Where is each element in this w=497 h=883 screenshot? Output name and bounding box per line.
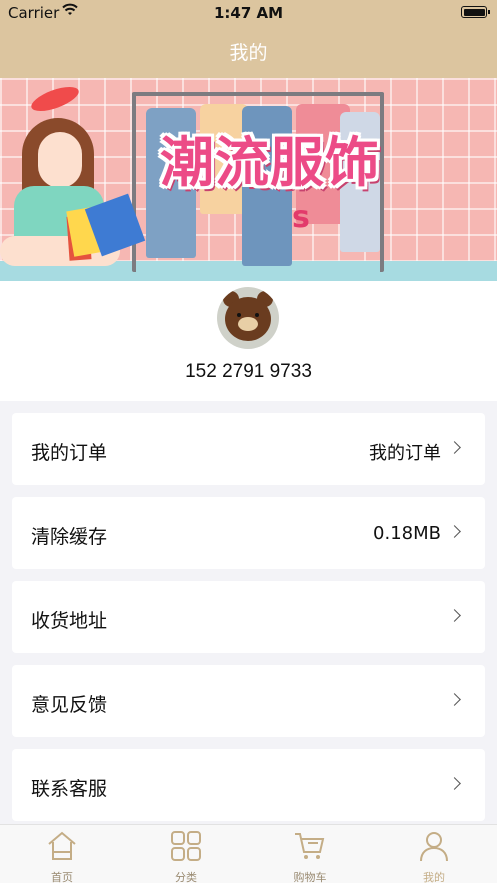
menu-item-address[interactable]: 收货地址 bbox=[12, 581, 485, 653]
tab-home[interactable]: 首页 bbox=[17, 829, 107, 883]
avatar[interactable] bbox=[217, 287, 279, 349]
menu-item-label: 联系客服 bbox=[31, 778, 108, 800]
menu-item-clear-cache[interactable]: 清除缓存 0.18MB bbox=[12, 497, 485, 569]
grid-icon bbox=[171, 831, 201, 861]
chevron-right-icon bbox=[448, 777, 461, 790]
menu-item-orders[interactable]: 我的订单 我的订单 bbox=[12, 413, 485, 485]
tab-label: 购物车 bbox=[293, 871, 327, 883]
user-phone: 152 2791 9733 bbox=[185, 361, 312, 382]
clock: 1:47 AM bbox=[213, 4, 284, 22]
page-title: 我的 bbox=[229, 42, 268, 64]
menu-item-label: 收货地址 bbox=[31, 610, 108, 632]
chevron-right-icon bbox=[448, 441, 461, 454]
cart-icon bbox=[295, 833, 325, 859]
banner-title: 潮流服饰 bbox=[160, 131, 380, 194]
person-icon bbox=[420, 832, 448, 862]
tab-mine[interactable]: 我的 bbox=[389, 829, 479, 883]
tab-bar: 首页 分类 购物车 我的 bbox=[0, 824, 497, 883]
profile-section: 152 2791 9733 bbox=[0, 281, 497, 401]
chevron-right-icon bbox=[448, 609, 461, 622]
menu-item-label: 意见反馈 bbox=[31, 694, 108, 716]
chevron-right-icon bbox=[448, 693, 461, 706]
status-bar: Carrier 1:47 AM bbox=[0, 0, 497, 26]
promo-banner[interactable]: 潮流服饰 s bbox=[0, 78, 497, 281]
tab-label: 分类 bbox=[175, 871, 197, 883]
nav-bar: Carrier 1:47 AM 我的 bbox=[0, 0, 497, 78]
menu-item-value: 0.18MB bbox=[373, 523, 441, 544]
menu-item-feedback[interactable]: 意见反馈 bbox=[12, 665, 485, 737]
tab-label: 我的 bbox=[423, 871, 445, 883]
bear-eye bbox=[237, 313, 241, 317]
menu-item-label: 我的订单 bbox=[31, 442, 108, 464]
tab-cart[interactable]: 购物车 bbox=[265, 829, 355, 883]
banner-subtitle: s bbox=[292, 200, 310, 235]
tab-label: 首页 bbox=[51, 871, 73, 883]
bear-eye bbox=[255, 313, 259, 317]
bear-muzzle bbox=[238, 317, 258, 331]
home-icon bbox=[48, 831, 76, 860]
battery-icon bbox=[461, 6, 490, 18]
tab-category[interactable]: 分类 bbox=[141, 829, 231, 883]
chevron-right-icon bbox=[448, 525, 461, 538]
menu-item-contact-service[interactable]: 联系客服 bbox=[12, 749, 485, 821]
menu-item-value: 我的订单 bbox=[369, 443, 441, 464]
menu-item-label: 清除缓存 bbox=[31, 526, 108, 548]
girl-face bbox=[38, 132, 82, 188]
